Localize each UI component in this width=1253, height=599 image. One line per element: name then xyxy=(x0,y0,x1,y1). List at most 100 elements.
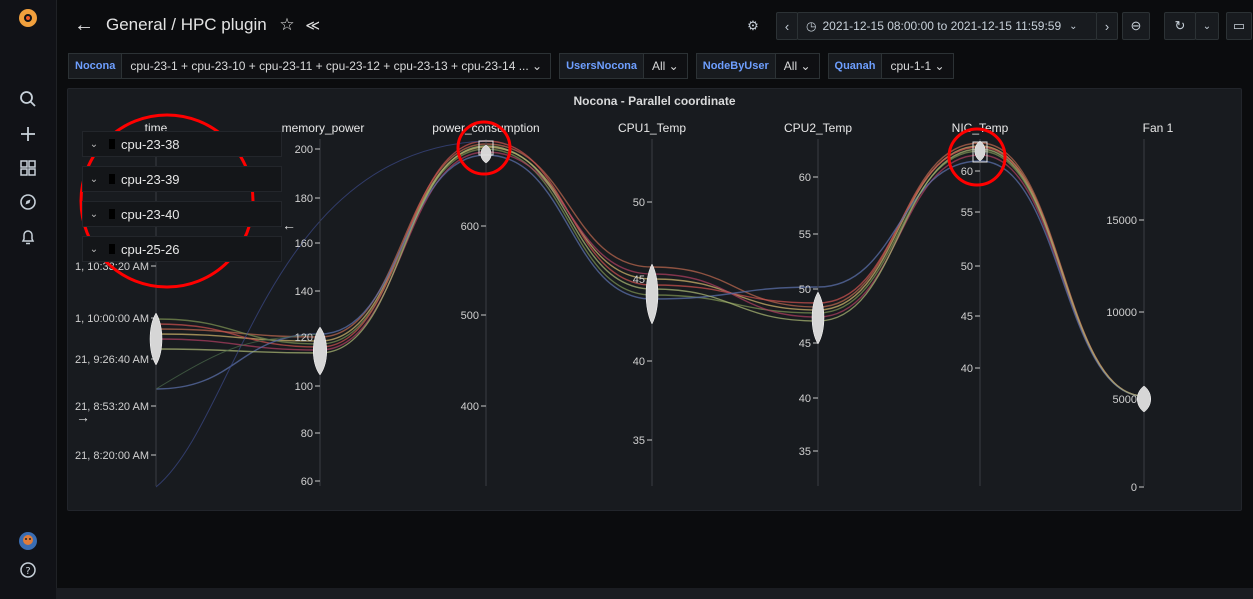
breadcrumb: General / HPC plugin ☆ ≪ xyxy=(106,15,320,35)
axis-tick-label: 140 xyxy=(295,286,313,298)
chevron-down-icon[interactable]: ⌄ xyxy=(83,244,105,255)
side-menu: ? xyxy=(0,0,57,599)
axis-tick-label: 600 xyxy=(461,221,479,233)
refresh-button[interactable]: ↻ xyxy=(1164,12,1196,40)
breadcrumb-separator: / xyxy=(171,15,176,34)
axis-title[interactable]: Fan 1 xyxy=(1143,121,1174,135)
breadcrumb-dashboard[interactable]: HPC plugin xyxy=(181,15,267,34)
axis-tick-label: 40 xyxy=(799,393,811,405)
variable-select-usersnocona[interactable]: All ⌄ xyxy=(643,53,688,79)
clock-icon: ◷ xyxy=(806,19,817,33)
axis-tick-label: 100 xyxy=(295,381,313,393)
axis-tick-label: 35 xyxy=(633,435,645,447)
time-shift-back-button[interactable]: ‹ xyxy=(776,12,798,40)
bottom-strip xyxy=(56,588,1253,599)
breadcrumb-folder[interactable]: General xyxy=(106,15,166,34)
axis-tick-label: 40 xyxy=(961,363,973,375)
refresh-interval-dropdown[interactable]: ⌄ xyxy=(1195,12,1219,40)
axis-tick-label: 21, 9:26:40 AM xyxy=(75,354,149,366)
axis-title[interactable]: CPU1_Temp xyxy=(618,121,686,135)
bell-icon[interactable] xyxy=(16,225,40,249)
axis-tick-label: 21, 8:20:00 AM xyxy=(75,450,149,462)
chevron-down-icon: ⌄ xyxy=(1069,20,1078,32)
compass-icon[interactable] xyxy=(16,190,40,214)
axis-title[interactable]: CPU2_Temp xyxy=(784,121,852,135)
axis-tick-label: 120 xyxy=(295,332,313,344)
axis-tick-label: 500 xyxy=(461,310,479,322)
axis-tick-label: 35 xyxy=(799,446,811,458)
axis-tick-label: 5000 xyxy=(1113,394,1137,406)
axis-tick-label: 45 xyxy=(961,311,973,323)
variable-select-quanah[interactable]: cpu-1-1 ⌄ xyxy=(881,53,954,79)
axis-tick-label: 55 xyxy=(799,229,811,241)
tv-mode-button[interactable]: ▭ xyxy=(1226,12,1252,40)
legend-item[interactable]: ⌄ cpu-23-39 xyxy=(82,166,282,192)
legend-label: cpu-23-39 xyxy=(121,171,180,187)
legend-label: cpu-23-40 xyxy=(121,206,180,222)
dashboards-icon[interactable] xyxy=(16,156,40,180)
series-line xyxy=(155,140,487,488)
time-picker-button[interactable]: ◷ 2021-12-15 08:00:00 to 2021-12-15 11:5… xyxy=(797,12,1097,40)
chevron-down-icon[interactable]: ⌄ xyxy=(83,174,105,185)
axis-tick-label: 0 xyxy=(1131,482,1137,494)
time-range-label: 2021-12-15 08:00:00 to 2021-12-15 11:59:… xyxy=(822,19,1062,33)
variable-label-nocona: Nocona xyxy=(68,53,123,79)
grafana-logo-icon[interactable] xyxy=(16,6,40,30)
variable-select-nocona[interactable]: cpu-23-1 + cpu-23-10 + cpu-23-11 + cpu-2… xyxy=(121,53,552,79)
axis-title[interactable]: memory_power xyxy=(282,121,365,135)
axis-tick-label: 80 xyxy=(301,428,313,440)
dashboard-navbar: ← General / HPC plugin ☆ ≪ ⚙ ‹ ◷ 2021-12… xyxy=(56,0,1253,52)
chevron-down-icon[interactable]: ⌄ xyxy=(83,209,105,220)
legend-item[interactable]: ⌄ cpu-23-38 xyxy=(82,131,282,157)
avatar[interactable] xyxy=(16,529,40,553)
back-arrow-icon[interactable]: ← xyxy=(74,14,94,37)
time-shift-forward-button[interactable]: › xyxy=(1096,12,1118,40)
variable-select-nodebyuser[interactable]: All ⌄ xyxy=(774,53,820,79)
legend-item[interactable]: ⌄ cpu-25-26 xyxy=(82,236,282,262)
axis-tick-label: 400 xyxy=(461,401,479,413)
star-icon[interactable]: ☆ xyxy=(279,15,294,34)
share-icon[interactable]: ≪ xyxy=(305,17,320,33)
legend-swatch xyxy=(109,209,115,219)
variable-label-quanah: Quanah xyxy=(827,53,883,79)
parallel-coordinate-panel: Nocona - Parallel coordinate time 1, 10:3… xyxy=(67,88,1242,511)
legend-swatch xyxy=(109,174,115,184)
distribution-violin xyxy=(149,312,163,366)
axis-tick-label: 50 xyxy=(799,284,811,296)
distribution-violin xyxy=(811,291,825,345)
variable-label-usersnocona: UsersNocona xyxy=(559,53,645,79)
legend-label: cpu-23-38 xyxy=(121,136,180,152)
expand-arrow-icon[interactable]: → xyxy=(76,409,90,425)
axis-tick-label: 50 xyxy=(633,197,645,209)
axis-tick-label: 1, 10:00:00 AM xyxy=(75,313,149,325)
axis-tick-label: 45 xyxy=(799,338,811,350)
zoom-out-button[interactable]: ⊖ xyxy=(1122,12,1150,40)
axis-tick-label: 50 xyxy=(961,261,973,273)
svg-text:?: ? xyxy=(25,566,30,577)
axis-tick-label: 40 xyxy=(633,356,645,368)
axis-tick-label: 180 xyxy=(295,193,313,205)
axis-tick-label: 60 xyxy=(301,476,313,488)
search-icon[interactable] xyxy=(16,87,40,111)
legend-swatch xyxy=(109,139,115,149)
axis-tick-label: 10000 xyxy=(1106,307,1137,319)
distribution-violin xyxy=(1137,385,1151,413)
chevron-down-icon[interactable]: ⌄ xyxy=(83,139,105,150)
axis-tick-label: 15000 xyxy=(1106,215,1137,227)
help-icon[interactable]: ? xyxy=(16,558,40,582)
dashboard-settings-button[interactable]: ⚙ xyxy=(738,12,768,40)
axis-tick-label: 60 xyxy=(799,172,811,184)
axis-tick-label: 55 xyxy=(961,207,973,219)
distribution-violin xyxy=(974,140,986,162)
axis-tick-label: 45 xyxy=(633,274,645,286)
variables-bar: Nocona cpu-23-1 + cpu-23-10 + cpu-23-11 … xyxy=(68,53,962,79)
distribution-violin xyxy=(645,263,659,325)
collapse-legend-arrow-icon[interactable]: ← xyxy=(282,217,296,233)
legend-item[interactable]: ⌄ cpu-23-40 xyxy=(82,201,282,227)
plus-icon[interactable] xyxy=(16,122,40,146)
axis-tick-label: 160 xyxy=(295,238,313,250)
variable-label-nodebyuser: NodeByUser xyxy=(695,53,776,79)
axis-tick-label: 200 xyxy=(295,144,313,156)
legend-swatch xyxy=(109,244,115,254)
legend-label: cpu-25-26 xyxy=(121,241,180,257)
